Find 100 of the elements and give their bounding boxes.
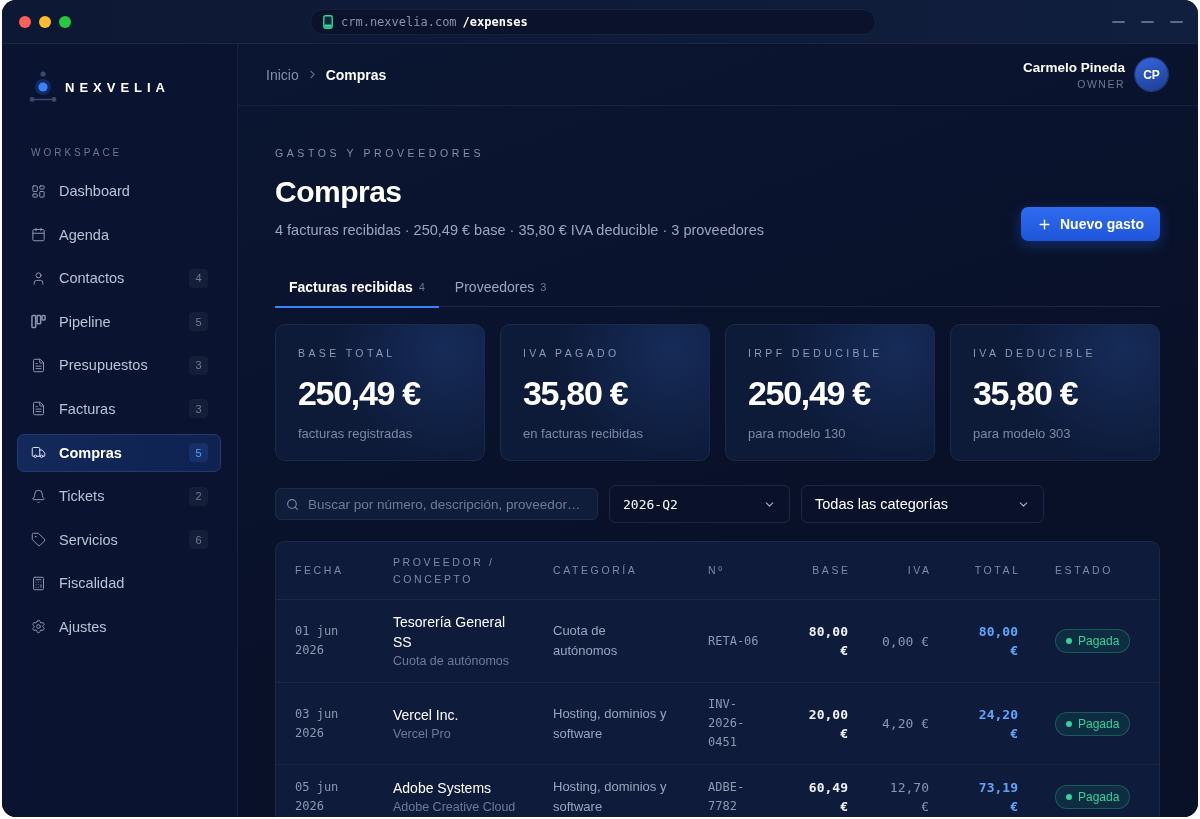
status-dot-icon	[1066, 638, 1072, 644]
column-header: ESTADO	[1055, 563, 1113, 578]
url-path: /expenses	[462, 14, 528, 29]
period-select[interactable]: 2026-Q2	[609, 485, 790, 523]
status-text: Pagada	[1078, 790, 1120, 804]
nav-item[interactable]: Compras 5	[17, 433, 221, 472]
stat-value: 35,80 €	[523, 373, 629, 413]
truck-icon	[31, 445, 46, 461]
stat-label: IVA PAGADO	[523, 347, 621, 359]
search-icon	[286, 497, 299, 511]
user-role: OWNER	[1077, 77, 1125, 90]
maximize-icon[interactable]	[59, 15, 71, 28]
category-text: Hosting, dominios y software	[553, 778, 668, 816]
stat-label: BASE TOTAL	[298, 347, 397, 359]
stat-label: IVA DEDUCIBLE	[973, 347, 1097, 359]
count-badge: 3	[189, 399, 208, 419]
user-icon	[31, 270, 46, 286]
count-badge: 2	[189, 486, 208, 506]
column-header: BASE	[812, 563, 851, 578]
total-amount: 80,00 €	[977, 623, 1018, 660]
minimize-icon[interactable]	[39, 15, 51, 28]
vat-amount: 4,20 €	[882, 715, 929, 733]
phone-icon	[323, 14, 333, 29]
stat-note: facturas registradas	[298, 426, 414, 442]
total-amount: 73,19 €	[977, 779, 1018, 816]
base-amount: 20,00 €	[807, 705, 848, 743]
total-amount: 24,20 €	[977, 705, 1018, 743]
supplier-name: Vercel Inc.	[393, 705, 460, 725]
calendar-icon	[31, 227, 46, 243]
supplier-name: Adobe Systems	[393, 779, 493, 798]
stat-note: para modelo 303	[973, 426, 1072, 442]
stat-value: 250,49 €	[748, 373, 872, 413]
count-badge: 5	[189, 443, 208, 463]
stat-note: en facturas recibidas	[523, 426, 644, 442]
nav-item[interactable]: Contactos 4	[17, 259, 221, 298]
page-title: Compras	[275, 174, 403, 210]
count-badge: 6	[189, 530, 208, 550]
column-header: Nº	[708, 563, 725, 578]
plus-icon	[1037, 216, 1052, 232]
concept-text: Vercel Pro	[393, 725, 452, 743]
calculator-icon	[31, 575, 46, 591]
dash-icon[interactable]	[1170, 20, 1183, 23]
stat-label: IRPF DEDUCIBLE	[748, 347, 884, 359]
column-header: TOTAL	[974, 563, 1021, 578]
nav-item[interactable]: Agenda	[17, 215, 221, 254]
date-text: 03 jun 2026	[295, 705, 340, 742]
vat-amount: 12,70 €	[888, 779, 929, 816]
concept-text: Adobe Creative Cloud	[393, 799, 517, 816]
avatar[interactable]: CP	[1135, 58, 1168, 91]
stat-note: para modelo 130	[748, 426, 847, 442]
page-eyebrow: GASTOS Y PROVEEDORES	[275, 146, 486, 160]
nav-item[interactable]: Ajustes	[17, 607, 221, 646]
invoice-number: RETA-06	[708, 632, 760, 650]
columns-icon	[31, 314, 46, 330]
vat-amount: 0,00 €	[882, 632, 929, 651]
date-text: 05 jun 2026	[295, 779, 340, 815]
tab[interactable]: Proveedores 3	[440, 268, 561, 308]
nav-item[interactable]: Tickets 2	[17, 477, 221, 516]
logo-icon	[29, 71, 57, 103]
page-summary: 4 facturas recibidas · 250,49 € base · 35,80 € IVA deducible · 3 proveedores	[275, 221, 764, 240]
nav-item[interactable]: Fiscalidad	[17, 564, 221, 603]
nav-item[interactable]: Presupuestos 3	[17, 346, 221, 385]
grid-icon	[31, 183, 46, 199]
column-header: IVA	[907, 563, 932, 578]
address-bar[interactable]: crm.nexvelia.com /expenses	[310, 8, 876, 35]
column-header: PROVEEDOR / CONCEPTO	[393, 554, 496, 587]
nav-item[interactable]: Pipeline 5	[17, 302, 221, 341]
dash-icon[interactable]	[1112, 20, 1125, 23]
category-select[interactable]: Todas las categorías	[801, 485, 1044, 523]
url-host: crm.nexvelia.com	[341, 14, 457, 29]
bell-icon	[31, 488, 46, 504]
invoice-number: INV-2026-0451	[708, 696, 746, 751]
user-name: Carmelo Pineda	[1022, 59, 1125, 75]
category-text: Hosting, dominios y software	[553, 704, 668, 743]
nav-item[interactable]: Servicios 6	[17, 520, 221, 559]
document-icon	[31, 401, 46, 417]
new-expense-button[interactable]: Nuevo gasto	[1021, 207, 1160, 241]
stat-value: 250,49 €	[298, 373, 422, 413]
tab[interactable]: Facturas recibidas 4	[275, 268, 439, 308]
breadcrumb-link[interactable]: Inicio	[266, 66, 299, 83]
supplier-name: Tesorería General SS	[393, 613, 507, 652]
count-badge: 5	[189, 312, 208, 332]
settings-icon	[31, 619, 46, 635]
nav-item[interactable]: Dashboard	[17, 172, 221, 210]
status-text: Pagada	[1078, 716, 1120, 731]
search-field[interactable]: Buscar por número, descripción, proveedor…	[275, 488, 598, 520]
status-dot-icon	[1066, 720, 1072, 727]
count-badge: 4	[189, 268, 208, 288]
dash-icon[interactable]	[1141, 20, 1154, 23]
document-icon	[31, 357, 46, 373]
base-amount: 80,00 €	[807, 623, 848, 660]
close-icon[interactable]	[19, 15, 31, 28]
column-header: CATEGORÍA	[553, 563, 638, 578]
column-header: FECHA	[295, 563, 344, 578]
breadcrumb-current: Compras	[325, 66, 387, 83]
status-dot-icon	[1066, 794, 1072, 800]
base-amount: 60,49 €	[807, 779, 848, 816]
count-badge: 3	[189, 355, 208, 375]
brand-name: NEXVELIA	[65, 79, 170, 95]
nav-item[interactable]: Facturas 3	[17, 389, 221, 428]
